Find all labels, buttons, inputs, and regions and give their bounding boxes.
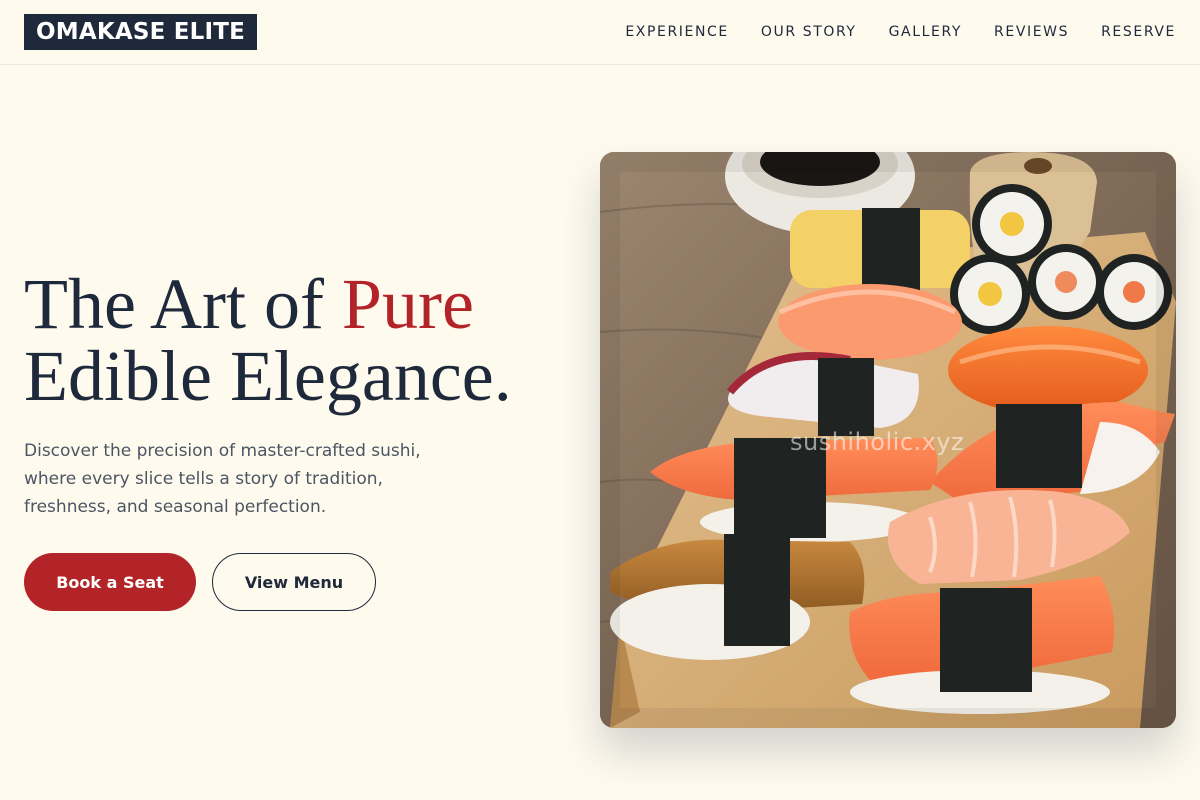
view-menu-button[interactable]: View Menu: [212, 553, 376, 611]
hero-subtitle: Discover the precision of master-crafted…: [24, 441, 421, 517]
book-seat-button[interactable]: Book a Seat: [24, 553, 196, 611]
main-nav: EXPERIENCE OUR STORY GALLERY REVIEWS RES…: [625, 0, 1176, 64]
hero-title-accent: Pure: [341, 264, 474, 344]
brand-logo[interactable]: OMAKASE ELITE: [24, 14, 258, 50]
nav-link-gallery[interactable]: GALLERY: [889, 24, 962, 40]
nav-link-reserve[interactable]: RESERVE: [1101, 24, 1176, 40]
hero-title-start: The Art of: [24, 264, 342, 344]
hero-title-line2: Edible Elegance.: [24, 336, 512, 416]
nav-link-experience[interactable]: EXPERIENCE: [625, 24, 729, 40]
site-header: OMAKASE ELITE EXPERIENCE OUR STORY GALLE…: [0, 0, 1200, 65]
image-watermark: sushiholic.xyz: [790, 428, 965, 456]
nav-link-reviews[interactable]: REVIEWS: [994, 24, 1069, 40]
hero-title: The Art of Pure Edible Elegance.: [24, 268, 584, 412]
nav-link-our-story[interactable]: OUR STORY: [761, 24, 857, 40]
hero-sushi-image: sushiholic.xyz: [600, 152, 1176, 728]
